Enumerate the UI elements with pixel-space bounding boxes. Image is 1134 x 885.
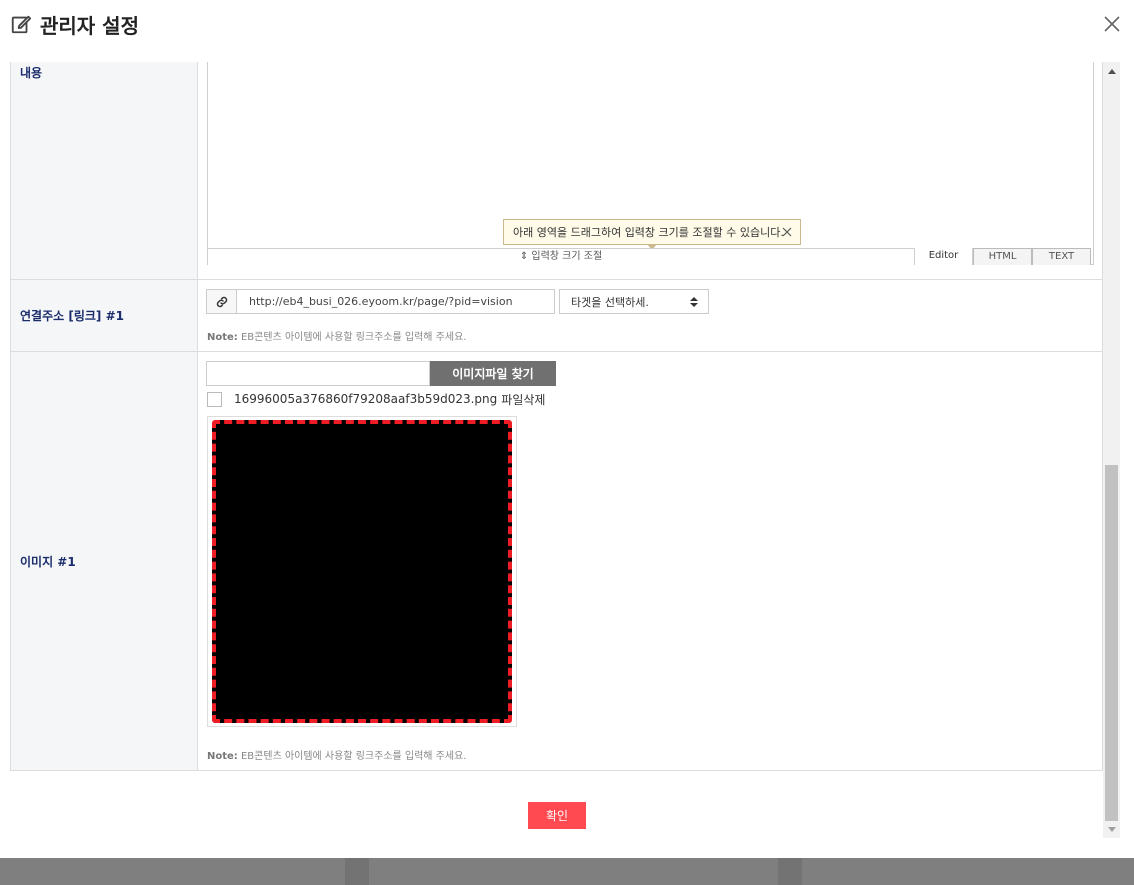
tooltip-close-icon[interactable] [780, 225, 794, 239]
close-icon [1104, 16, 1120, 32]
file-input[interactable] [206, 361, 430, 386]
backdrop-shade [345, 858, 369, 885]
image-note-text: EB콘텐츠 아이템에 사용할 링크주소를 입력해 주세요. [237, 751, 467, 762]
link-note-text: EB콘텐츠 아이템에 사용할 링크주소를 입력해 주세요. [237, 332, 467, 343]
image-cell: 이미지파일 찾기 16996005a376860f79208aaf3b59d02… [198, 352, 1102, 770]
link-url-input[interactable] [237, 289, 555, 314]
file-delete-line: 16996005a376860f79208aaf3b59d023.png 파일삭… [207, 391, 545, 407]
link-input-group [206, 289, 555, 314]
file-input-group: 이미지파일 찾기 [206, 361, 556, 386]
modal-body: 내용 아래 영역을 드래그하여 입력창 크기를 조절할 수 있습니다. ⇕ 입력… [0, 62, 1103, 838]
select-arrows-icon [690, 297, 698, 307]
image-note-prefix: Note: [207, 751, 238, 762]
editor-mode-tabs: Editor HTML TEXT [914, 248, 1091, 265]
backdrop-shade [778, 858, 802, 885]
modal-title-text: 관리자 설정 [40, 13, 139, 38]
edit-icon [11, 15, 32, 34]
link-row: 연결주소 [링크] #1 타겟을 선택하세. [11, 280, 1102, 352]
link-cell: 타겟을 선택하세. Note: EB콘텐츠 아이템에 사용할 링크주소를 입력해… [198, 280, 1102, 351]
content-row: 내용 아래 영역을 드래그하여 입력창 크기를 조절할 수 있습니다. ⇕ 입력… [11, 62, 1102, 280]
tab-html[interactable]: HTML [973, 248, 1032, 265]
resize-tooltip-text: 아래 영역을 드래그하여 입력창 크기를 조절할 수 있습니다. [513, 226, 784, 239]
resize-tooltip: 아래 영역을 드래그하여 입력창 크기를 조절할 수 있습니다. [503, 219, 801, 250]
tab-editor[interactable]: Editor [914, 248, 973, 265]
modal-title: 관리자 설정 [10, 9, 139, 39]
file-delete-label: 파일삭제 [501, 392, 546, 407]
file-browse-button[interactable]: 이미지파일 찾기 [430, 361, 556, 386]
arrow-down-icon [1107, 826, 1116, 832]
image-label: 이미지 #1 [11, 352, 198, 770]
tab-text[interactable]: TEXT [1032, 248, 1091, 265]
target-select-value: 타겟을 선택하세. [571, 295, 649, 309]
resize-handle[interactable]: ⇕ 입력창 크기 조절 [207, 248, 914, 265]
link-label: 연결주소 [링크] #1 [11, 280, 198, 351]
link-icon-box [206, 289, 237, 314]
image-row: 이미지 #1 이미지파일 찾기 16996005a376860f79208aaf… [11, 352, 1102, 771]
scroll-up-button[interactable] [1103, 62, 1120, 79]
confirm-button[interactable]: 확인 [528, 802, 586, 829]
modal-header: 관리자 설정 [0, 0, 1134, 48]
link-note: Note: EB콘텐츠 아이템에 사용할 링크주소를 입력해 주세요. [207, 328, 466, 343]
modal-backdrop [0, 858, 1134, 885]
form-table: 내용 아래 영역을 드래그하여 입력창 크기를 조절할 수 있습니다. ⇕ 입력… [10, 62, 1103, 771]
link-icon [216, 296, 227, 307]
scroll-thumb[interactable] [1105, 465, 1118, 821]
target-select[interactable]: 타겟을 선택하세. [559, 289, 709, 314]
scrollbar[interactable] [1103, 62, 1120, 838]
image-note: Note: EB콘텐츠 아이템에 사용할 링크주소를 입력해 주세요. [207, 747, 466, 762]
link-note-prefix: Note: [207, 332, 238, 343]
arrow-up-icon [1107, 68, 1116, 74]
close-button[interactable] [1100, 12, 1124, 36]
scroll-down-button[interactable] [1103, 821, 1120, 838]
file-delete-checkbox[interactable] [207, 391, 222, 407]
image-preview-frame [207, 416, 517, 727]
file-name: 16996005a376860f79208aaf3b59d023.png [234, 392, 498, 406]
content-label: 내용 [11, 62, 198, 279]
content-cell: 아래 영역을 드래그하여 입력창 크기를 조절할 수 있습니다. ⇕ 입력창 크… [198, 62, 1102, 279]
image-preview [212, 420, 512, 723]
